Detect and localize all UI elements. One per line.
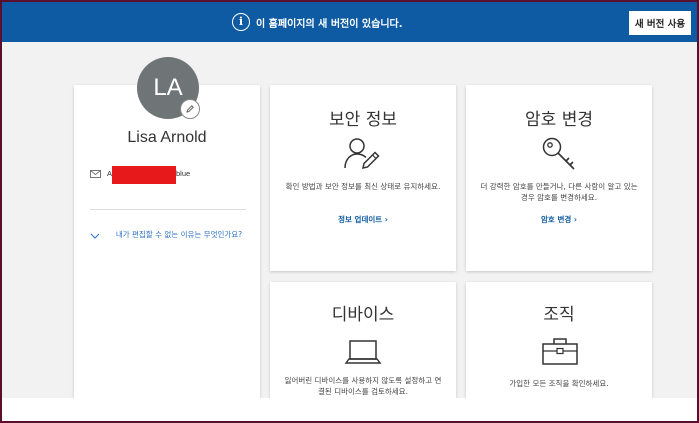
key-icon bbox=[542, 137, 575, 170]
card-title: 암호 변경 bbox=[525, 110, 593, 130]
card-title: 보안 정보 bbox=[329, 110, 397, 130]
why-cant-edit-link[interactable]: 내가 편집할 수 없는 이유는 무엇인가요? bbox=[90, 230, 250, 254]
change-password-card[interactable]: 암호 변경 더 강력한 암호를 만들거나, 다른 사람이 알고 있는 경우 암호… bbox=[466, 85, 652, 271]
card-title: 조직 bbox=[543, 305, 575, 325]
mail-icon bbox=[90, 170, 101, 178]
card-title: 디바이스 bbox=[331, 305, 395, 325]
change-password-link[interactable]: 암호 변경 › bbox=[466, 214, 652, 225]
email-suffix: blue bbox=[176, 169, 191, 178]
briefcase-icon bbox=[542, 338, 578, 365]
organizations-card[interactable]: 조직 가입한 모든 조직을 확인하세요. bbox=[466, 282, 652, 398]
chevron-down-icon bbox=[90, 233, 100, 239]
redacted-email bbox=[112, 166, 176, 184]
info-icon: i bbox=[232, 13, 250, 31]
app-frame: i 이 홈페이지의 새 버전이 있습니다. 새 버전 사용 LA Lisa Ar… bbox=[2, 2, 697, 398]
banner-message: 이 홈페이지의 새 버전이 있습니다. bbox=[256, 19, 403, 30]
update-info-link[interactable]: 정보 업데이트 › bbox=[270, 214, 456, 225]
new-version-banner: i 이 홈페이지의 새 버전이 있습니다. 새 버전 사용 bbox=[2, 2, 697, 42]
person-edit-icon bbox=[344, 138, 380, 169]
profile-card: Lisa Arnold A blue 내가 편집할 수 없는 이유는 무엇인가요… bbox=[74, 85, 260, 398]
email-row: A blue bbox=[90, 166, 250, 184]
why-cant-edit-text: 내가 편집할 수 없는 이유는 무엇인가요? bbox=[115, 230, 243, 239]
security-info-card[interactable]: 보안 정보 확인 방법과 보안 정보를 최신 상태로 유지하세요. 정보 업데이… bbox=[270, 85, 456, 271]
card-description: 가입한 모든 조직을 확인하세요. bbox=[509, 379, 609, 388]
use-new-version-button[interactable]: 새 버전 사용 bbox=[629, 11, 691, 35]
laptop-icon bbox=[344, 340, 382, 364]
card-description: 더 강력한 암호를 만들거나, 다른 사람이 알고 있는 경우 암호를 변경하세… bbox=[480, 182, 638, 202]
edit-avatar-button[interactable] bbox=[180, 99, 200, 119]
devices-card[interactable]: 디바이스 잃어버린 디바이스를 사용하지 않도록 설정하고 연결된 디바이스를 … bbox=[270, 282, 456, 398]
card-description: 확인 방법과 보안 정보를 최신 상태로 유지하세요. bbox=[285, 182, 441, 191]
card-description: 잃어버린 디바이스를 사용하지 않도록 설정하고 연결된 디바이스를 검토하세요… bbox=[284, 376, 442, 396]
bottom-strip bbox=[2, 398, 697, 421]
pencil-icon bbox=[186, 105, 194, 113]
divider bbox=[90, 209, 246, 210]
user-name: Lisa Arnold bbox=[127, 129, 207, 146]
